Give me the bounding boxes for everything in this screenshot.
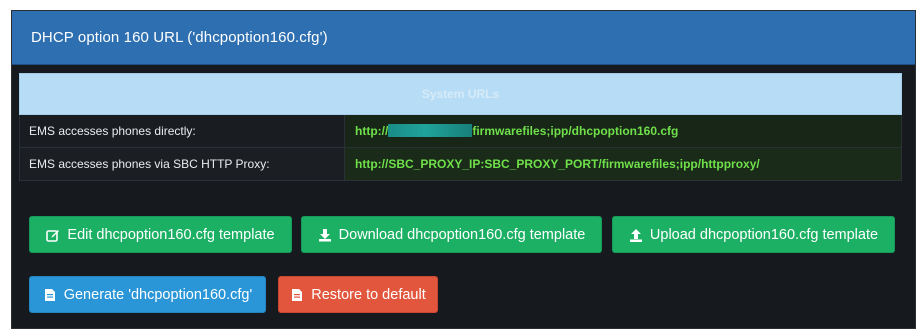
download-icon [318,228,332,242]
edit-icon [46,228,60,242]
table-header-row: System URLs [19,73,902,115]
upload-template-button[interactable]: Upload dhcpoption160.cfg template [612,216,895,253]
direct-access-url[interactable]: http:// firmwarefiles;ipp/dhcpoption160.c… [344,114,902,148]
table-row: EMS accesses phones via SBC HTTP Proxy: … [19,147,902,181]
panel-title: DHCP option 160 URL ('dhcpoption160.cfg'… [31,29,328,46]
file-icon [43,288,57,302]
upload-icon [629,228,643,242]
direct-access-url-suffix: firmwarefiles;ipp/dhcpoption160.cfg [472,124,679,138]
restore-default-button[interactable]: Restore to default [278,276,438,313]
system-urls-header: System URLs [19,73,902,115]
edit-template-button[interactable]: Edit dhcpoption160.cfg template [29,216,292,253]
table-row: EMS accesses phones directly: http:// fir… [19,114,902,148]
restore-default-label: Restore to default [311,286,426,303]
proxy-access-url[interactable]: http://SBC_PROXY_IP:SBC_PROXY_PORT/firmw… [344,147,902,181]
redacted-address [388,124,473,137]
generate-cfg-label: Generate 'dhcpoption160.cfg' [63,286,253,303]
download-template-label: Download dhcpoption160.cfg template [338,226,586,243]
panel-header: DHCP option 160 URL ('dhcpoption160.cfg'… [12,11,915,65]
generate-cfg-button[interactable]: Generate 'dhcpoption160.cfg' [29,276,266,313]
download-template-button[interactable]: Download dhcpoption160.cfg template [301,216,602,253]
direct-access-label: EMS accesses phones directly: [19,114,345,148]
proxy-access-label: EMS accesses phones via SBC HTTP Proxy: [19,147,345,181]
direct-access-url-prefix: http:// [355,124,389,138]
system-urls-table: System URLs EMS accesses phones directly… [19,73,902,181]
upload-template-label: Upload dhcpoption160.cfg template [649,226,879,243]
edit-template-label: Edit dhcpoption160.cfg template [67,226,275,243]
file-icon [290,288,304,302]
